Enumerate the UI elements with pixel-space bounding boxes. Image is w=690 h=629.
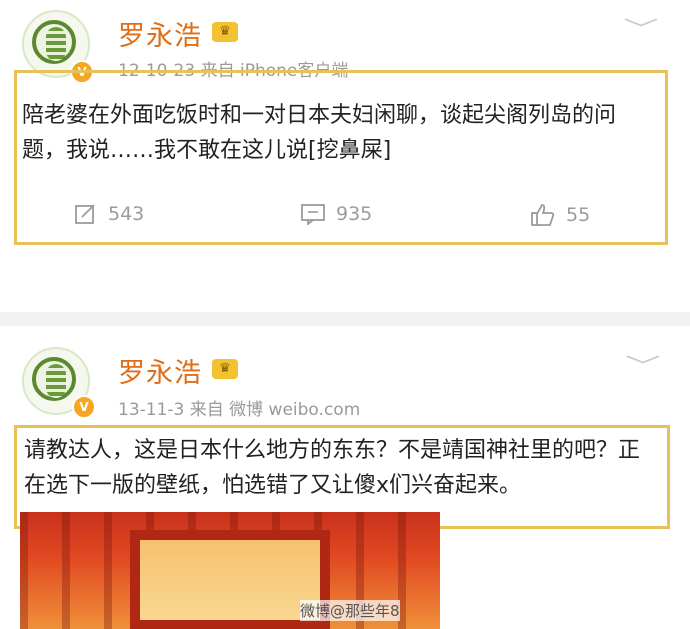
watermark: 微博@那些年8 <box>300 600 400 621</box>
crown-icon: ♛ <box>212 22 238 42</box>
action-bar: 543 935 55 <box>0 203 690 229</box>
repost-count: 543 <box>108 203 145 225</box>
like-count: 55 <box>566 204 591 226</box>
post-content: 请教达人，这是日本什么地方的东东？不是靖国神社里的吧？正在选下一版的壁纸，怕选错… <box>24 438 641 498</box>
weibo-post: V 罗永浩 ♛ ﹀ 13-11-3 来自 微博 weibo.com 请教达人，这… <box>0 325 690 629</box>
thumbs-up-icon <box>531 204 555 226</box>
comment-icon <box>301 204 325 225</box>
crown-icon: ♛ <box>212 359 238 379</box>
comment-button[interactable]: 935 <box>300 203 372 225</box>
post-content: 陪老婆在外面吃饭时和一对日本夫妇闲聊，谈起尖阁列岛的问题，我说……我不敢在这儿说… <box>22 103 617 163</box>
chevron-down-icon[interactable]: ﹀ <box>625 349 660 381</box>
repost-button[interactable]: 543 <box>74 203 144 225</box>
like-button[interactable]: 55 <box>530 203 590 227</box>
post-meta: 13-11-3 来自 微博 weibo.com <box>118 400 361 420</box>
author-name[interactable]: 罗永浩 <box>118 14 202 53</box>
author-name[interactable]: 罗永浩 <box>118 351 202 390</box>
verified-badge: V <box>72 395 96 419</box>
edit-icon <box>75 204 95 224</box>
post-divider <box>0 312 690 326</box>
comment-count: 935 <box>336 203 373 225</box>
weibo-post: V 罗永浩 ♛ ﹀ 12-10-23 来自 iPhone客户端 陪老婆在外面吃饭… <box>0 0 690 315</box>
chevron-down-icon[interactable]: ﹀ <box>623 12 658 44</box>
